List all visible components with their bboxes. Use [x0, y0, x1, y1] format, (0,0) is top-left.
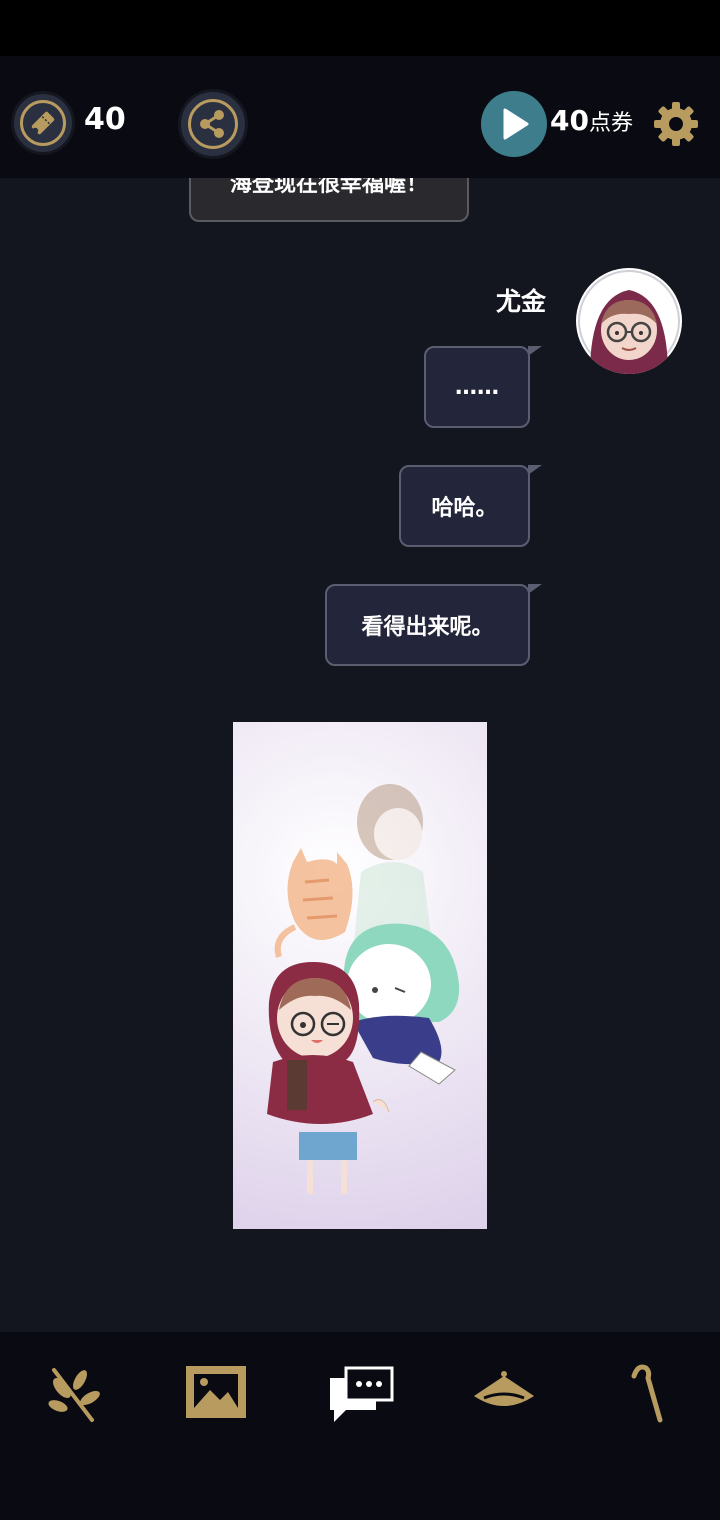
ticket-icon [20, 100, 66, 146]
status-bar [0, 0, 720, 56]
story-illustration[interactable] [233, 722, 487, 1229]
avatar [576, 268, 682, 374]
ticket-button[interactable] [11, 91, 75, 155]
speaker-name: 尤金 [495, 287, 546, 316]
gear-icon [654, 102, 698, 146]
share-icon [188, 99, 238, 149]
points-value: 40 [550, 104, 589, 137]
message-bubble: …… [424, 346, 542, 428]
message-text: 看得出来呢。 [361, 615, 494, 640]
nav-cane[interactable] [612, 1362, 684, 1426]
nav-gallery[interactable] [180, 1362, 252, 1426]
points-display: 40点券 [550, 104, 633, 137]
message-text: …… [455, 374, 499, 400]
top-bar: 40 40点券 [0, 56, 720, 178]
gallery-icon [186, 1366, 246, 1418]
ticket-count: 40 [84, 102, 126, 137]
hat-icon [474, 1371, 534, 1406]
message-bubble: 看得出来呢。 [325, 584, 542, 666]
bottom-nav [0, 1332, 720, 1520]
chat-area[interactable]: 海登现在很幸福喔！ 尤金 …… 哈哈。 看得出来呢。 [0, 158, 720, 1332]
message-bubble: 哈哈。 [399, 465, 542, 547]
cane-icon [631, 1364, 663, 1423]
nav-chat[interactable] [324, 1362, 396, 1426]
settings-button[interactable] [652, 100, 700, 148]
play-button[interactable] [481, 91, 547, 157]
points-unit: 点券 [588, 111, 633, 136]
nav-branch[interactable] [40, 1362, 112, 1426]
chat-icon [330, 1366, 394, 1422]
share-button[interactable] [178, 89, 248, 159]
message-text: 哈哈。 [431, 496, 498, 521]
nav-hat[interactable] [468, 1362, 540, 1426]
play-icon [503, 108, 529, 140]
branch-icon [48, 1368, 100, 1422]
